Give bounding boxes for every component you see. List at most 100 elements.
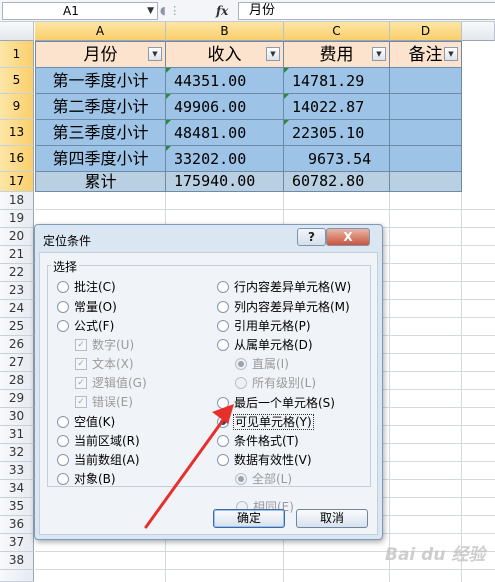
formula-input[interactable]: 月份 [238, 2, 495, 20]
radio-icon[interactable] [217, 434, 229, 447]
option-dependents[interactable]: 从属单元格(D) [217, 336, 313, 354]
row-header[interactable]: 31 [0, 426, 34, 444]
option-column-differences[interactable]: 列内容差异单元格(M) [217, 298, 350, 316]
row-header[interactable]: 29 [0, 390, 34, 408]
column-header-a[interactable]: A [35, 22, 166, 41]
row-header[interactable]: 28 [0, 372, 34, 390]
row-header[interactable]: 24 [0, 300, 34, 318]
option-formulas[interactable]: 公式(F) [57, 317, 114, 335]
table-cell[interactable]: 第二季度小计 [35, 94, 166, 120]
table-cell[interactable]: 第三季度小计 [35, 120, 166, 146]
option-objects[interactable]: 对象(B) [57, 470, 116, 488]
row-header[interactable]: 33 [0, 462, 34, 480]
row-header[interactable]: 17 [0, 172, 34, 192]
option-comments[interactable]: 批注(C) [57, 278, 116, 296]
row-header[interactable]: 9 [0, 94, 34, 120]
radio-icon[interactable] [217, 453, 229, 466]
table-cell[interactable]: 9673.54 [284, 146, 390, 172]
select-all-corner[interactable] [0, 22, 34, 41]
radio-icon[interactable] [57, 434, 69, 447]
row-header[interactable]: 22 [0, 264, 34, 282]
row-header[interactable]: 23 [0, 282, 34, 300]
option-row-differences[interactable]: 行内容差异单元格(W) [217, 278, 351, 296]
row-header[interactable]: 16 [0, 146, 34, 172]
table-cell[interactable]: 22305.10 [284, 120, 390, 146]
radio-icon[interactable] [57, 453, 69, 466]
filter-dropdown-icon[interactable]: ▼ [372, 47, 386, 61]
option-current-array[interactable]: 当前数组(A) [57, 451, 140, 469]
option-visible-cells[interactable]: 可见单元格(Y) [217, 413, 314, 431]
name-box-dropdown-icon[interactable]: ▼ [147, 3, 154, 19]
column-header-b[interactable]: B [166, 22, 284, 41]
row-header[interactable]: 35 [0, 498, 34, 516]
radio-icon[interactable] [57, 319, 69, 332]
total-cell[interactable]: 累计 [35, 172, 166, 192]
row-header[interactable]: 13 [0, 120, 34, 146]
row-header[interactable]: 38 [0, 552, 34, 570]
filter-dropdown-icon[interactable]: ▼ [266, 47, 280, 61]
table-cell[interactable]: 44351.00 [166, 68, 284, 94]
option-conditional-formats[interactable]: 条件格式(T) [217, 432, 299, 450]
total-cell[interactable] [390, 172, 462, 192]
table-cell[interactable] [390, 120, 462, 146]
filter-dropdown-icon[interactable]: ▼ [444, 47, 458, 61]
radio-icon[interactable] [57, 280, 69, 293]
radio-icon[interactable] [217, 280, 229, 293]
option-precedents[interactable]: 引用单元格(P) [217, 317, 311, 335]
column-header-c[interactable]: C [284, 22, 390, 41]
table-cell[interactable] [390, 146, 462, 172]
insert-function-icon[interactable]: fx [216, 2, 236, 20]
option-constants[interactable]: 常量(O) [57, 298, 117, 316]
row-header[interactable]: 19 [0, 210, 34, 228]
table-cell[interactable] [390, 68, 462, 94]
row-header[interactable]: 1 [0, 41, 34, 68]
row-header[interactable]: 36 [0, 516, 34, 534]
table-cell[interactable] [390, 94, 462, 120]
row-header[interactable] [0, 570, 34, 582]
table-cell[interactable]: 14022.87 [284, 94, 390, 120]
table-cell[interactable]: 第四季度小计 [35, 146, 166, 172]
radio-icon[interactable] [57, 415, 69, 428]
total-cell[interactable]: 60782.80 [284, 172, 390, 192]
row-header[interactable]: 20 [0, 228, 34, 246]
table-cell[interactable]: 48481.00 [166, 120, 284, 146]
row-header[interactable]: 37 [0, 534, 34, 552]
row-header[interactable]: 25 [0, 318, 34, 336]
column-header-e[interactable] [462, 22, 495, 41]
header-cell-expense[interactable]: 费用 ▼ [284, 41, 390, 68]
header-cell-income[interactable]: 收入 ▼ [166, 41, 284, 68]
radio-selected-icon[interactable] [217, 415, 229, 428]
row-header[interactable]: 18 [0, 192, 34, 210]
option-data-validation[interactable]: 数据有效性(V) [217, 451, 312, 469]
radio-icon[interactable] [217, 319, 229, 332]
radio-icon[interactable] [217, 396, 229, 409]
row-header[interactable]: 32 [0, 444, 34, 462]
row-header[interactable]: 5 [0, 68, 34, 94]
table-cell[interactable]: 33202.00 [166, 146, 284, 172]
option-last-cell[interactable]: 最后一个单元格(S) [217, 394, 335, 412]
column-header-d[interactable]: D [390, 22, 462, 41]
close-button[interactable]: X [326, 228, 370, 246]
row-header[interactable]: 21 [0, 246, 34, 264]
radio-icon[interactable] [57, 300, 69, 313]
row-header[interactable]: 26 [0, 336, 34, 354]
ok-button[interactable]: 确定 [213, 509, 285, 528]
total-cell[interactable]: 175940.00 [166, 172, 284, 192]
row-header[interactable]: 27 [0, 354, 34, 372]
help-button[interactable]: ? [297, 228, 326, 246]
option-blanks[interactable]: 空值(K) [57, 413, 115, 431]
radio-icon[interactable] [57, 472, 69, 485]
header-cell-month[interactable]: 月份 ▼ [35, 41, 166, 68]
header-cell-note[interactable]: 备注 ▼ [390, 41, 462, 68]
formula-bar-grip-icon[interactable]: ◖ ⋮ [160, 5, 210, 17]
filter-active-icon[interactable]: ▼ [148, 47, 162, 61]
row-header[interactable]: 34 [0, 480, 34, 498]
name-box[interactable]: A1 ▼ [2, 2, 158, 20]
table-cell[interactable]: 第一季度小计 [35, 68, 166, 94]
radio-icon[interactable] [217, 300, 229, 313]
table-cell[interactable]: 49906.00 [166, 94, 284, 120]
radio-icon[interactable] [217, 338, 229, 351]
row-header[interactable]: 30 [0, 408, 34, 426]
option-current-region[interactable]: 当前区域(R) [57, 432, 140, 450]
table-cell[interactable]: 14781.29 [284, 68, 390, 94]
